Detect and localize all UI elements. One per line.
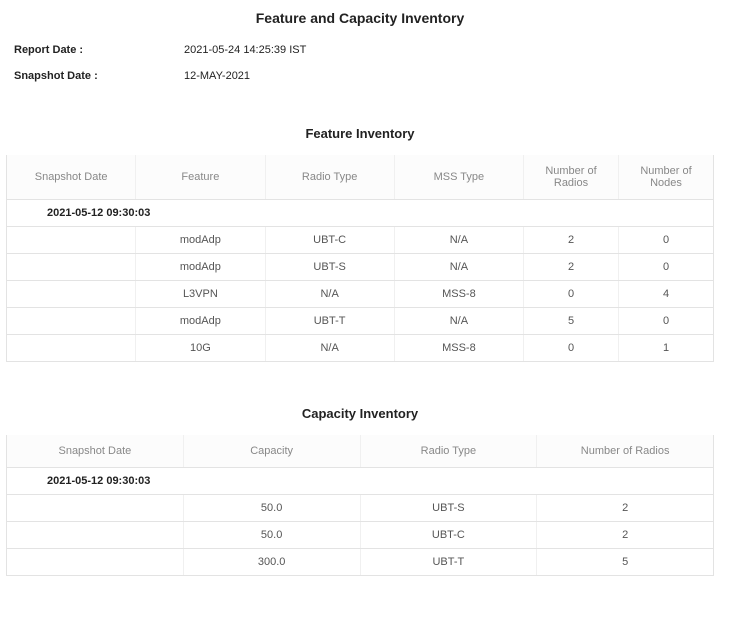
cell-value: N/A <box>394 227 523 254</box>
cell-snapshot-empty <box>7 495 184 522</box>
group-snapshot-date: 2021-05-12 09:30:03 <box>7 468 714 495</box>
col-feature: Feature <box>136 155 265 200</box>
cell-value: N/A <box>265 281 394 308</box>
cell-value: N/A <box>394 254 523 281</box>
cell-value: 2 <box>537 522 714 549</box>
col-num-nodes: Number of Nodes <box>619 155 714 200</box>
col-radio-type: Radio Type <box>360 435 537 468</box>
col-radio-type: Radio Type <box>265 155 394 200</box>
col-num-radios: Number of Radios <box>537 435 714 468</box>
cell-snapshot-empty <box>7 308 136 335</box>
cell-value: 1 <box>619 335 714 362</box>
cell-value: UBT-C <box>360 522 537 549</box>
cell-value: UBT-T <box>265 308 394 335</box>
cell-value: 0 <box>619 308 714 335</box>
cell-value: 2 <box>524 254 619 281</box>
cell-value: 0 <box>524 335 619 362</box>
feature-inventory-title: Feature Inventory <box>6 126 714 141</box>
table-row: 50.0UBT-C2 <box>7 522 714 549</box>
table-row: 50.0UBT-S2 <box>7 495 714 522</box>
cell-value: MSS-8 <box>394 281 523 308</box>
cell-value: 0 <box>619 227 714 254</box>
cell-value: 50.0 <box>183 495 360 522</box>
cell-value: modAdp <box>136 227 265 254</box>
cell-snapshot-empty <box>7 281 136 308</box>
table-group-row: 2021-05-12 09:30:03 <box>7 200 714 227</box>
cell-value: UBT-S <box>265 254 394 281</box>
cell-value: 300.0 <box>183 549 360 576</box>
table-row: modAdpUBT-CN/A20 <box>7 227 714 254</box>
cell-value: 5 <box>524 308 619 335</box>
cell-value: 2 <box>524 227 619 254</box>
table-row: 10GN/AMSS-801 <box>7 335 714 362</box>
report-date-value: 2021-05-24 14:25:39 IST <box>184 44 306 56</box>
group-snapshot-date: 2021-05-12 09:30:03 <box>7 200 714 227</box>
table-row: modAdpUBT-SN/A20 <box>7 254 714 281</box>
col-snapshot-date: Snapshot Date <box>7 155 136 200</box>
snapshot-date-row: Snapshot Date : 12-MAY-2021 <box>6 70 714 82</box>
cell-snapshot-empty <box>7 549 184 576</box>
cell-value: 0 <box>524 281 619 308</box>
cell-snapshot-empty <box>7 254 136 281</box>
feature-inventory-table: Snapshot Date Feature Radio Type MSS Typ… <box>6 155 714 362</box>
table-header-row: Snapshot Date Feature Radio Type MSS Typ… <box>7 155 714 200</box>
cell-value: 4 <box>619 281 714 308</box>
col-mss-type: MSS Type <box>394 155 523 200</box>
cell-value: 5 <box>537 549 714 576</box>
cell-value: N/A <box>265 335 394 362</box>
cell-value: N/A <box>394 308 523 335</box>
snapshot-date-value: 12-MAY-2021 <box>184 70 250 82</box>
cell-value: 2 <box>537 495 714 522</box>
cell-snapshot-empty <box>7 335 136 362</box>
capacity-inventory-table: Snapshot Date Capacity Radio Type Number… <box>6 435 714 576</box>
cell-value: modAdp <box>136 254 265 281</box>
table-header-row: Snapshot Date Capacity Radio Type Number… <box>7 435 714 468</box>
snapshot-date-label: Snapshot Date : <box>6 70 184 82</box>
col-snapshot-date: Snapshot Date <box>7 435 184 468</box>
report-date-label: Report Date : <box>6 44 184 56</box>
cell-value: UBT-S <box>360 495 537 522</box>
table-row: L3VPNN/AMSS-804 <box>7 281 714 308</box>
col-num-radios: Number of Radios <box>524 155 619 200</box>
cell-value: UBT-C <box>265 227 394 254</box>
cell-value: L3VPN <box>136 281 265 308</box>
cell-value: 10G <box>136 335 265 362</box>
cell-snapshot-empty <box>7 227 136 254</box>
cell-value: modAdp <box>136 308 265 335</box>
report-date-row: Report Date : 2021-05-24 14:25:39 IST <box>6 44 714 56</box>
cell-value: MSS-8 <box>394 335 523 362</box>
page-title: Feature and Capacity Inventory <box>6 10 714 26</box>
cell-snapshot-empty <box>7 522 184 549</box>
table-row: modAdpUBT-TN/A50 <box>7 308 714 335</box>
table-row: 300.0UBT-T5 <box>7 549 714 576</box>
cell-value: 0 <box>619 254 714 281</box>
cell-value: UBT-T <box>360 549 537 576</box>
cell-value: 50.0 <box>183 522 360 549</box>
col-capacity: Capacity <box>183 435 360 468</box>
capacity-inventory-title: Capacity Inventory <box>6 406 714 421</box>
table-group-row: 2021-05-12 09:30:03 <box>7 468 714 495</box>
